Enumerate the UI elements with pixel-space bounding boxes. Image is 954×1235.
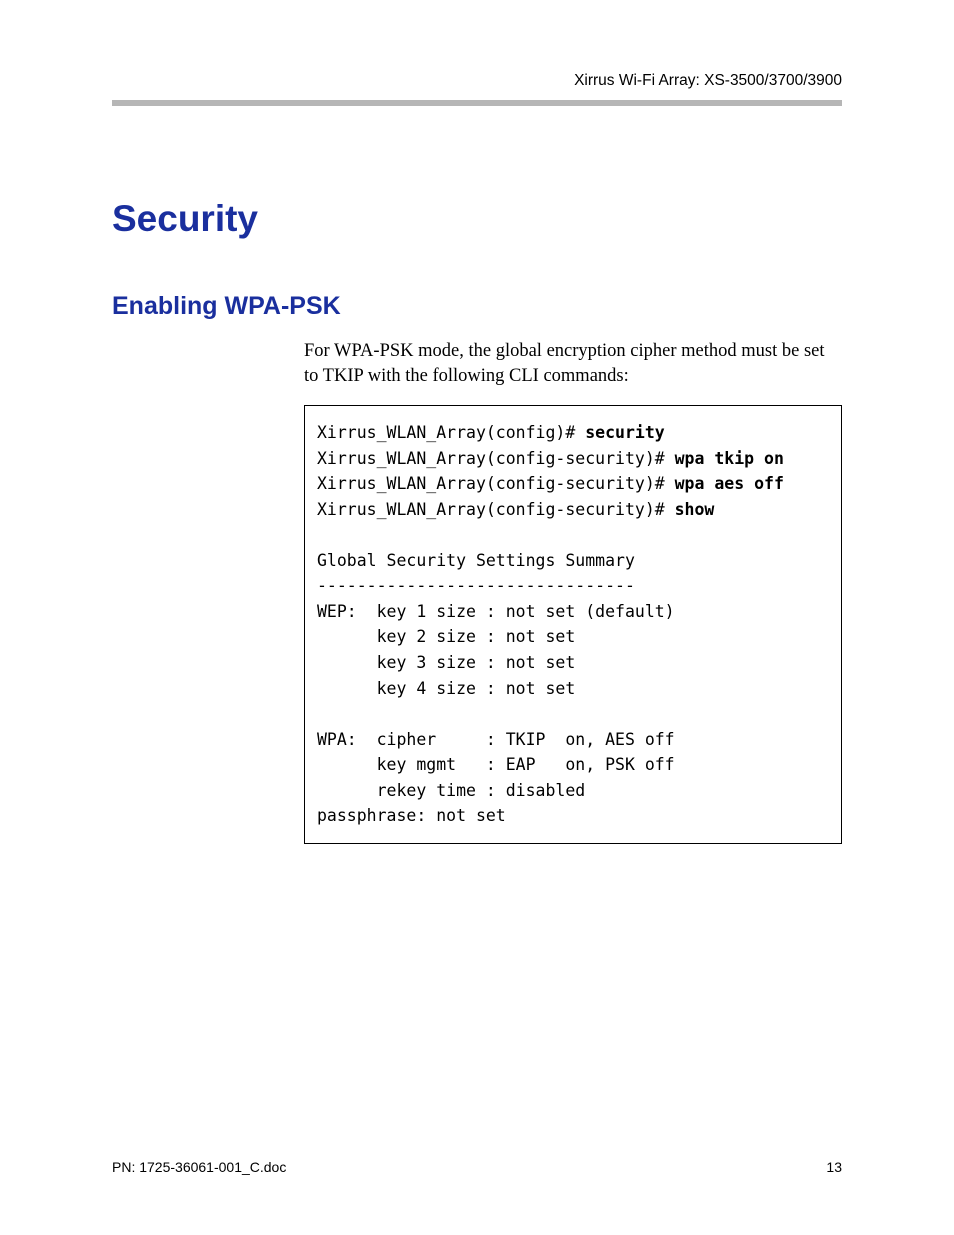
running-header: Xirrus Wi-Fi Array: XS-3500/3700/3900: [112, 72, 842, 90]
cli-line: Global Security Settings Summary: [317, 551, 635, 570]
cli-line: --------------------------------: [317, 576, 635, 595]
footer-page-number: 13: [826, 1159, 842, 1175]
page-footer: PN: 1725-36061-001_C.doc 13: [112, 1159, 842, 1175]
cli-line: key mgmt : EAP on, PSK off: [317, 755, 675, 774]
cli-line: key 4 size : not set: [317, 679, 575, 698]
chapter-title: Security: [112, 198, 842, 240]
cli-line: key 3 size : not set: [317, 653, 575, 672]
cli-line: Xirrus_WLAN_Array(config-security)# wpa …: [317, 474, 784, 493]
cli-line: rekey time : disabled: [317, 781, 585, 800]
cli-line: WPA: cipher : TKIP on, AES off: [317, 730, 675, 749]
section-title: Enabling WPA-PSK: [112, 292, 842, 321]
cli-line: Xirrus_WLAN_Array(config)# security: [317, 423, 665, 442]
page: Xirrus Wi-Fi Array: XS-3500/3700/3900 Se…: [0, 0, 954, 1235]
cli-line: Xirrus_WLAN_Array(config-security)# wpa …: [317, 449, 784, 468]
cli-line: Xirrus_WLAN_Array(config-security)# show: [317, 500, 714, 519]
cli-line: passphrase: not set: [317, 806, 506, 825]
header-rule: [112, 100, 842, 106]
section-body: For WPA-PSK mode, the global encryption …: [304, 339, 842, 389]
cli-code-block: Xirrus_WLAN_Array(config)# security Xirr…: [304, 405, 842, 844]
cli-line: WEP: key 1 size : not set (default): [317, 602, 675, 621]
cli-line: key 2 size : not set: [317, 627, 575, 646]
footer-doc-id: PN: 1725-36061-001_C.doc: [112, 1159, 286, 1175]
